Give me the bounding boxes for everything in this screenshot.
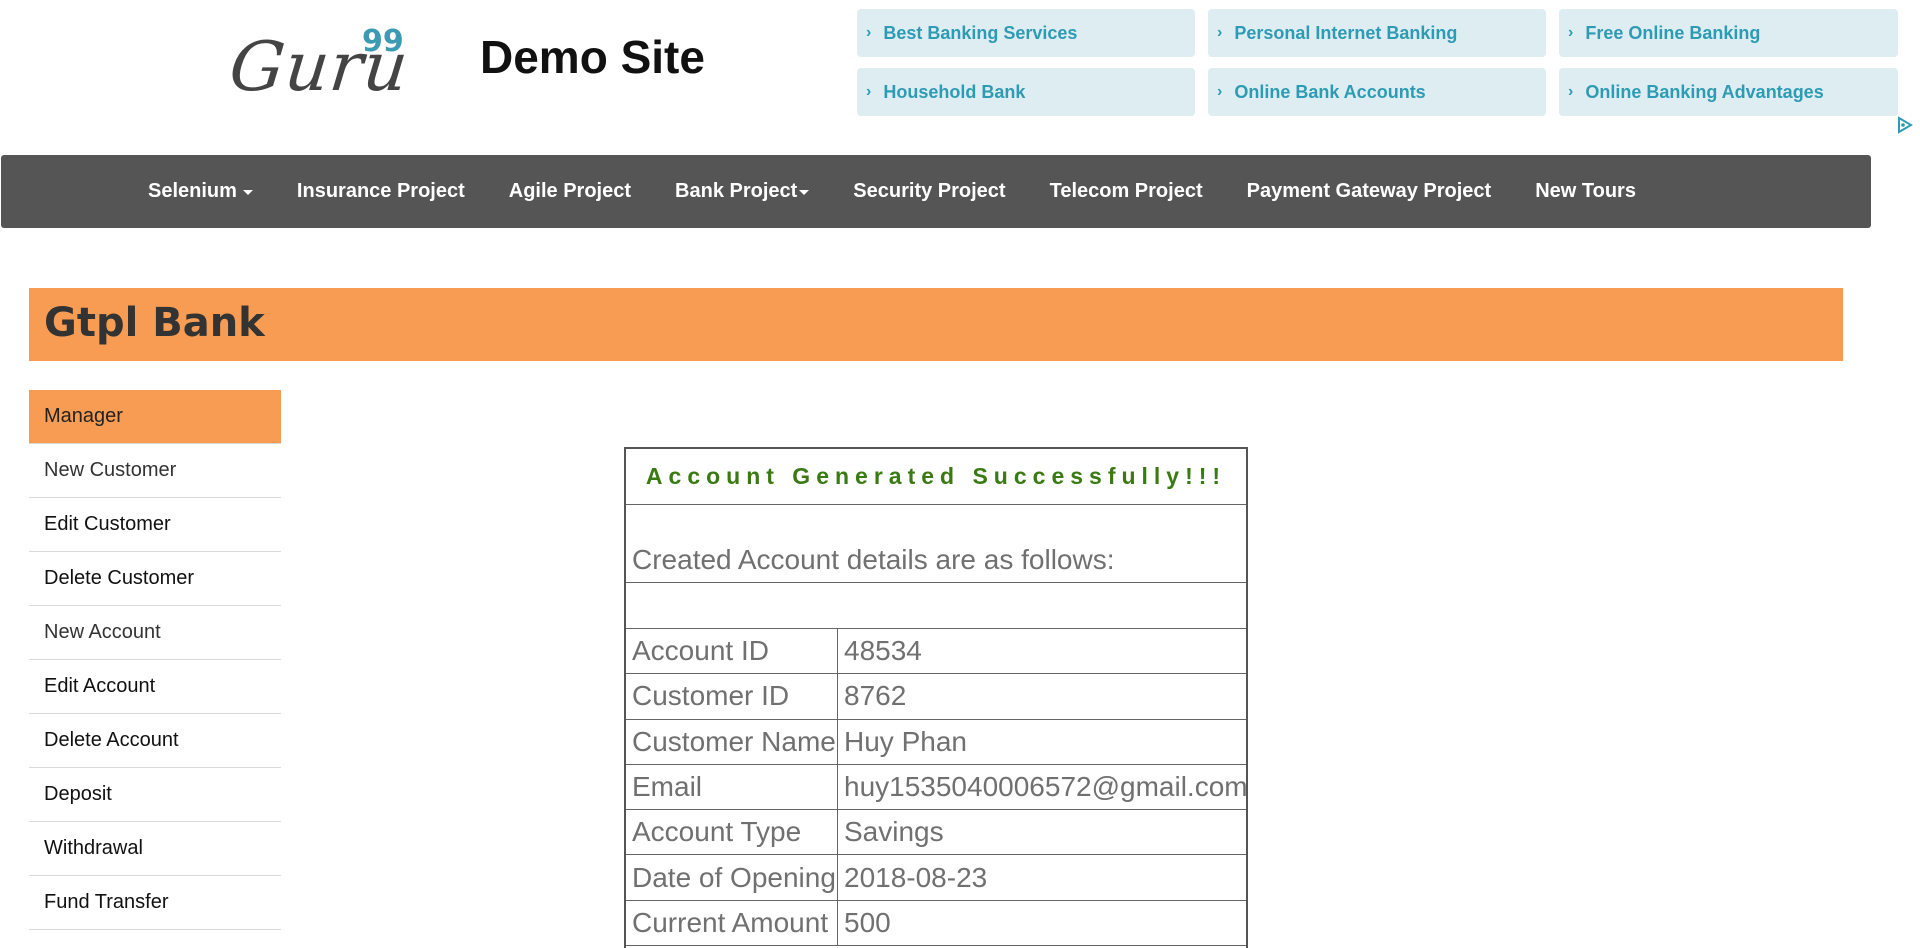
guru99-logo[interactable]: Guru 99 — [226, 22, 413, 107]
row-label: Account Type — [626, 810, 838, 855]
ad-link-online-banking-advantages[interactable]: › Online Banking Advantages — [1559, 68, 1898, 116]
nav-label: Insurance Project — [296, 180, 465, 202]
success-heading: Account Generated Successfully!!! — [626, 449, 1246, 505]
bank-banner: Gtpl Bank — [29, 288, 1843, 361]
ad-link-free-online-banking[interactable]: › Free Online Banking — [1559, 9, 1898, 57]
ad-link-label: Best Banking Services — [883, 22, 1078, 43]
caret-down-icon — [799, 190, 810, 195]
account-id-value: 48534 — [844, 635, 922, 667]
table-row: Current Amount 500 — [626, 900, 1246, 947]
row-label: Account ID — [626, 629, 838, 674]
current-amount-value: 500 — [844, 906, 891, 938]
nav-label: Bank Project — [675, 180, 798, 202]
nav-label: Security Project — [853, 180, 1006, 202]
nav-label: Payment Gateway Project — [1246, 180, 1492, 202]
nav-label: Selenium — [148, 180, 237, 202]
table-row: Date of Opening 2018-08-23 — [626, 855, 1246, 901]
site-title: Demo Site — [480, 31, 705, 83]
chevron-right-icon: › — [1217, 24, 1223, 41]
nav-telecom-project[interactable]: Telecom Project — [1028, 180, 1225, 203]
nav-payment-gateway-project[interactable]: Payment Gateway Project — [1225, 180, 1514, 203]
chevron-right-icon: › — [1568, 83, 1574, 100]
details-intro: Created Account details are as follows: — [626, 505, 1246, 583]
ad-link-label: Free Online Banking — [1585, 22, 1761, 43]
email-value: huy1535040006572@gmail.com — [844, 771, 1246, 803]
logo-superscript: 99 — [362, 24, 404, 59]
adchoices-icon[interactable] — [1896, 116, 1914, 134]
ad-link-label: Personal Internet Banking — [1234, 22, 1458, 43]
nav-insurance-project[interactable]: Insurance Project — [275, 180, 487, 203]
row-label: Current Amount — [626, 900, 838, 946]
account-type-value: Savings — [844, 816, 944, 848]
caret-down-icon — [242, 190, 253, 195]
ad-link-label: Online Banking Advantages — [1585, 81, 1824, 102]
row-label: Date of Opening — [626, 855, 838, 900]
table-row: Customer ID 8762 — [626, 674, 1246, 720]
sidebar-item-new-customer[interactable]: New Customer — [29, 444, 281, 498]
account-result-table: Account Generated Successfully!!! Create… — [624, 447, 1248, 948]
nav-security-project[interactable]: Security Project — [831, 180, 1027, 203]
nav-agile-project[interactable]: Agile Project — [487, 180, 653, 203]
customer-name-value: Huy Phan — [844, 725, 967, 757]
chevron-right-icon: › — [1217, 83, 1223, 100]
row-label: Email — [626, 764, 838, 810]
manager-sidebar: Manager New Customer Edit Customer Delet… — [29, 390, 281, 930]
ad-link-best-banking-services[interactable]: › Best Banking Services — [857, 9, 1195, 57]
nav-selenium-dropdown[interactable]: Selenium — [126, 180, 275, 203]
nav-label: New Tours — [1535, 180, 1636, 202]
main-navbar: Selenium Insurance Project Agile Project… — [1, 155, 1871, 228]
sidebar-item-manager[interactable]: Manager — [29, 390, 281, 444]
chevron-right-icon: › — [866, 24, 872, 41]
table-row: Customer Name Huy Phan — [626, 719, 1246, 765]
table-row: Account ID 48534 — [626, 629, 1246, 675]
sidebar-item-delete-customer[interactable]: Delete Customer — [29, 552, 281, 606]
chevron-right-icon: › — [1568, 24, 1574, 41]
ad-link-online-bank-accounts[interactable]: › Online Bank Accounts — [1208, 68, 1546, 116]
sidebar-item-delete-account[interactable]: Delete Account — [29, 714, 281, 768]
ad-link-household-bank[interactable]: › Household Bank — [857, 68, 1195, 116]
sidebar-item-withdrawal[interactable]: Withdrawal — [29, 822, 281, 876]
bank-title: Gtpl Bank — [44, 300, 265, 346]
row-label: Customer Name — [626, 719, 838, 764]
table-row: Email huy1535040006572@gmail.com — [626, 764, 1246, 811]
table-row: Account Type Savings — [626, 810, 1246, 856]
table-spacer-row — [626, 583, 1246, 629]
customer-id-value: 8762 — [844, 680, 907, 712]
nav-label: Agile Project — [508, 180, 632, 202]
nav-bank-project-dropdown[interactable]: Bank Project — [653, 180, 831, 203]
ad-link-personal-internet-banking[interactable]: › Personal Internet Banking — [1208, 9, 1546, 57]
date-of-opening-value: 2018-08-23 — [844, 861, 988, 893]
row-label: Customer ID — [626, 674, 838, 719]
sidebar-item-fund-transfer[interactable]: Fund Transfer — [29, 876, 281, 930]
nav-label: Telecom Project — [1049, 180, 1203, 202]
nav-new-tours[interactable]: New Tours — [1513, 180, 1658, 203]
sidebar-item-deposit[interactable]: Deposit — [29, 768, 281, 822]
ad-link-label: Online Bank Accounts — [1234, 81, 1426, 102]
sidebar-item-edit-account[interactable]: Edit Account — [29, 660, 281, 714]
ad-links-grid: › Best Banking Services › Personal Inter… — [857, 9, 1898, 116]
ad-link-label: Household Bank — [883, 81, 1026, 102]
chevron-right-icon: › — [866, 83, 872, 100]
sidebar-item-edit-customer[interactable]: Edit Customer — [29, 498, 281, 552]
sidebar-item-new-account[interactable]: New Account — [29, 606, 281, 660]
